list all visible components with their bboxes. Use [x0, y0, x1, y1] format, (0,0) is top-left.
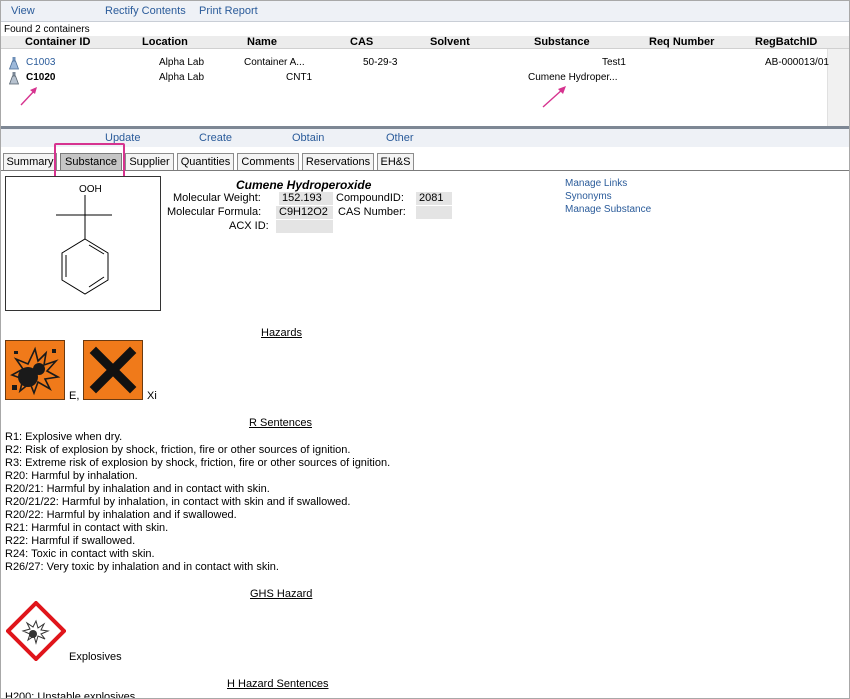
- irritant-caption: Xi: [147, 390, 157, 402]
- regbatch-cell: AB-000013/01: [765, 57, 829, 68]
- r-sentence: R24: Toxic in contact with skin.: [5, 548, 155, 560]
- app-frame: View Rectify Contents Print Report Found…: [0, 0, 850, 699]
- h-sentences-title: H Hazard Sentences: [227, 678, 329, 690]
- container-id-cell[interactable]: C1003: [26, 57, 55, 68]
- explosive-icon: [5, 340, 65, 400]
- ghs-caption: Explosives: [69, 651, 122, 663]
- ghs-explosive-icon: [6, 601, 66, 661]
- col-location[interactable]: Location: [142, 36, 188, 48]
- tab-comments[interactable]: Comments: [237, 153, 299, 170]
- location-cell: Alpha Lab: [159, 57, 205, 68]
- table-row[interactable]: C1020 Alpha Lab CNT1 Cumene Hydroper...: [1, 72, 849, 87]
- r-sentences-title: R Sentences: [249, 417, 312, 429]
- r-sentence: R1: Explosive when dry.: [5, 431, 123, 443]
- rectify-contents-link[interactable]: Rectify Contents: [105, 5, 186, 17]
- col-solvent[interactable]: Solvent: [430, 36, 470, 48]
- col-name[interactable]: Name: [247, 36, 277, 48]
- cas-cell: 50-29-3: [363, 57, 398, 68]
- mw-value: 152.193: [279, 192, 333, 205]
- formula-value: C9H12O2: [276, 206, 333, 219]
- irritant-x-icon: [83, 340, 143, 400]
- view-menu-link[interactable]: View: [11, 5, 35, 17]
- tab-summary[interactable]: Summary: [3, 153, 57, 170]
- h-sentence: H200: Unstable explosives: [5, 691, 136, 699]
- flask-icon: [9, 57, 19, 70]
- found-count: Found 2 containers: [4, 24, 90, 35]
- svg-text:OOH: OOH: [79, 184, 102, 195]
- col-req-number[interactable]: Req Number: [649, 36, 714, 48]
- manage-substance-link[interactable]: Manage Substance: [565, 204, 651, 215]
- synonyms-link[interactable]: Synonyms: [565, 191, 612, 202]
- col-regbatch[interactable]: RegBatchID: [755, 36, 817, 48]
- acx-id-value: [276, 220, 333, 233]
- obtain-link[interactable]: Obtain: [292, 132, 324, 144]
- hazards-title: Hazards: [261, 327, 302, 339]
- substance-cell: Cumene Hydroper...: [528, 72, 618, 83]
- detail-tabs: Summary Substance Supplier Quantities Co…: [1, 151, 849, 171]
- molecule-structure-icon: OOH: [56, 184, 112, 295]
- tab-quantities[interactable]: Quantities: [177, 153, 234, 170]
- top-menu-bar: View Rectify Contents Print Report: [1, 1, 849, 22]
- col-container-id[interactable]: Container ID: [25, 36, 90, 48]
- r-sentence: R21: Harmful in contact with skin.: [5, 522, 169, 534]
- r-sentence: R22: Harmful if swallowed.: [5, 535, 136, 547]
- container-id-cell[interactable]: C1020: [26, 72, 55, 83]
- name-cell: CNT1: [286, 72, 313, 83]
- other-link[interactable]: Other: [386, 132, 414, 144]
- compound-id-value: 2081: [416, 192, 452, 205]
- acx-id-label: ACX ID:: [229, 220, 269, 232]
- tab-reservations[interactable]: Reservations: [302, 153, 374, 170]
- name-cell: Container A...: [244, 57, 305, 68]
- flask-icon: [9, 72, 19, 85]
- substance-cell: Test1: [602, 57, 626, 68]
- print-report-link[interactable]: Print Report: [199, 5, 258, 17]
- r-sentences-list: R1: Explosive when dry. R2: Risk of expl…: [5, 431, 390, 574]
- mw-label: Molecular Weight:: [173, 192, 261, 204]
- r-sentence: R20/21/22: Harmful by inhalation, in con…: [5, 496, 351, 508]
- substance-menu-bar: Update Create Obtain Other: [1, 129, 849, 147]
- substance-name: Cumene Hydroperoxide: [236, 178, 372, 192]
- r-sentence: R20: Harmful by inhalation.: [5, 470, 138, 482]
- col-cas[interactable]: CAS: [350, 36, 373, 48]
- grid-header: Container ID Location Name CAS Solvent S…: [1, 36, 849, 49]
- r-sentence: R3: Extreme risk of explosion by shock, …: [5, 457, 391, 469]
- r-sentence: R20/21: Harmful by inhalation and in con…: [5, 483, 270, 495]
- cas-number-label: CAS Number:: [338, 206, 406, 218]
- annotation-arrow-icon: [20, 87, 37, 106]
- compound-id-label: CompoundID:: [336, 192, 404, 204]
- ghs-hazard-title: GHS Hazard: [250, 588, 313, 600]
- tab-supplier[interactable]: Supplier: [125, 153, 174, 170]
- table-row[interactable]: C1003 Alpha Lab Container A... 50-29-3 T…: [1, 57, 849, 72]
- explosive-caption: E,: [69, 390, 80, 402]
- annotation-arrow-icon: [542, 86, 566, 108]
- tab-ehs[interactable]: EH&S: [377, 153, 414, 170]
- annotation-highlight: [54, 143, 125, 178]
- col-substance[interactable]: Substance: [534, 36, 590, 48]
- manage-links-link[interactable]: Manage Links: [565, 178, 627, 189]
- r-sentence: R20/22: Harmful by inhalation and if swa…: [5, 509, 237, 521]
- formula-label: Molecular Formula:: [167, 206, 262, 218]
- create-link[interactable]: Create: [199, 132, 232, 144]
- cas-number-value: [416, 206, 452, 219]
- location-cell: Alpha Lab: [159, 72, 205, 83]
- r-sentence: R2: Risk of explosion by shock, friction…: [5, 444, 351, 456]
- r-sentence: R26/27: Very toxic by inhalation and in …: [5, 561, 279, 573]
- structure-drawing[interactable]: OOH: [5, 176, 161, 311]
